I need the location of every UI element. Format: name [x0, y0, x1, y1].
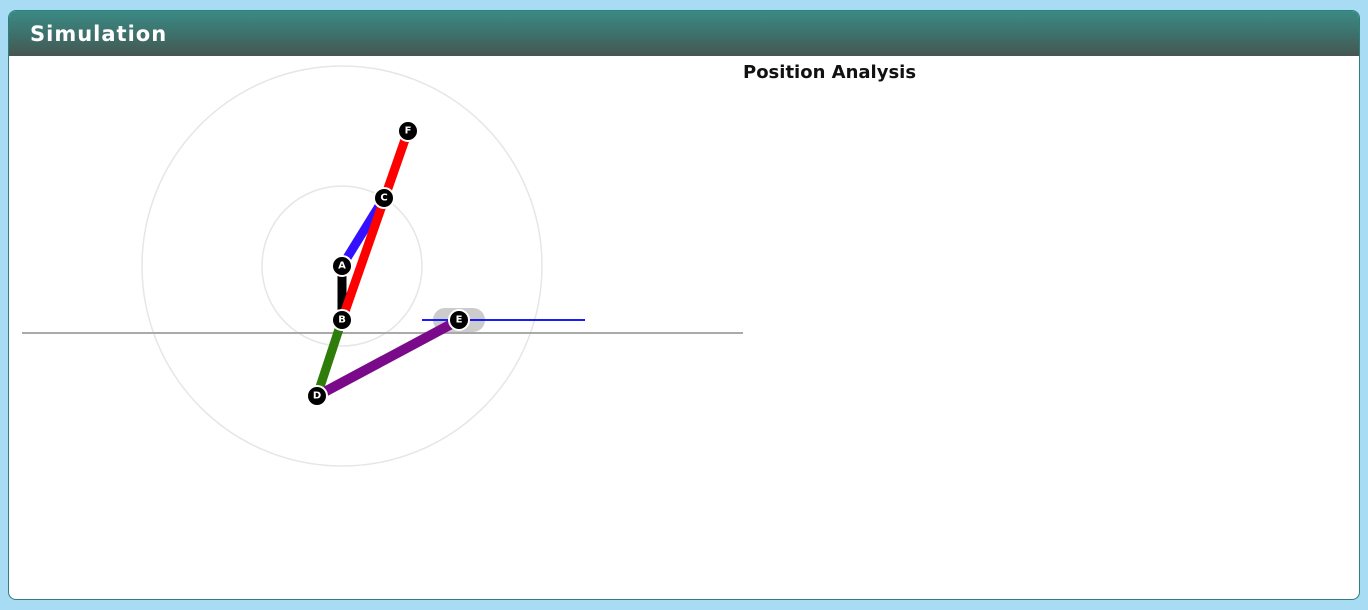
joint-e-label: E: [456, 315, 463, 326]
mechanism-canvas[interactable]: F C A B D E: [9, 56, 743, 600]
joint-d[interactable]: D: [306, 385, 328, 407]
joint-a-label: A: [338, 261, 346, 272]
joint-d-label: D: [313, 391, 321, 402]
joint-f[interactable]: F: [397, 120, 419, 142]
joint-f-label: F: [405, 126, 412, 137]
joint-c-label: C: [380, 193, 387, 204]
joint-c[interactable]: C: [373, 187, 395, 209]
panel-header: Simulation: [9, 11, 1359, 56]
simulation-panel: Simulation F C A B D E Position Analysis: [8, 10, 1360, 600]
joint-b-label: B: [338, 315, 346, 326]
joint-a[interactable]: A: [331, 255, 353, 277]
joint-b[interactable]: B: [331, 309, 353, 331]
link-bf: [337, 129, 413, 322]
joint-e[interactable]: E: [448, 309, 470, 331]
position-analysis-title: Position Analysis: [743, 62, 917, 83]
panel-title: Simulation: [30, 21, 168, 46]
